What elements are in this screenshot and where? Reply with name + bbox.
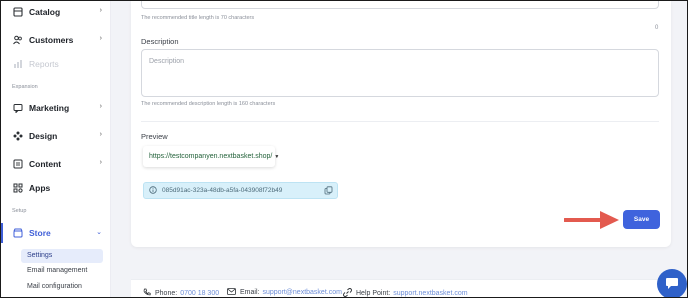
sidebar-item-label: Customers: [29, 35, 74, 45]
phone-icon: [143, 288, 151, 297]
design-icon: [12, 131, 23, 142]
id-chip: 085d91ac-323a-48db-a5fa-043908f72b49: [143, 182, 338, 199]
footer: Phone: 0700 18 300 Email: support@nextba…: [131, 279, 671, 297]
description-placeholder: Description: [149, 58, 185, 65]
annotation-arrow-icon: [564, 211, 619, 229]
sidebar-item-content[interactable]: Content ›: [1, 154, 111, 174]
chevron-right-icon: ›: [99, 35, 102, 42]
sidebar-subitem-email-management[interactable]: Email management: [21, 264, 103, 278]
sidebar-item-marketing[interactable]: Marketing ›: [1, 98, 111, 118]
catalog-icon: [12, 7, 23, 18]
footer-email: Email: support@nextbasket.com: [227, 288, 342, 297]
sidebar-item-reports[interactable]: Reports: [1, 54, 111, 74]
chevron-right-icon: ›: [99, 159, 102, 166]
link-icon: [343, 288, 352, 297]
sidebar-item-label: Content: [29, 159, 62, 169]
sidebar-item-label: Reports: [29, 59, 59, 69]
sidebar-subitem-mail-configuration[interactable]: Mail configuration: [21, 280, 103, 294]
divider: [141, 121, 659, 122]
info-icon: [149, 185, 157, 196]
chat-widget-button[interactable]: [657, 269, 687, 297]
sidebar-item-store[interactable]: Store ⌄: [1, 223, 111, 243]
apps-icon: [12, 183, 23, 194]
chevron-right-icon: ›: [99, 7, 102, 14]
description-hint: The recommended description length is 16…: [141, 101, 276, 107]
phone-link[interactable]: 0700 18 300: [180, 290, 219, 297]
reports-icon: [12, 59, 23, 70]
sidebar-item-label: Design: [29, 131, 58, 141]
chevron-right-icon: ›: [99, 131, 102, 138]
email-link[interactable]: support@nextbasket.com: [262, 289, 341, 296]
preview-url-select[interactable]: https://testcompanyen.nextbasket.shop/ ▼: [143, 146, 279, 167]
content-icon: [12, 159, 23, 170]
app-window: Catalog › Customers › Reports Expansion …: [0, 0, 688, 298]
footer-phone: Phone: 0700 18 300: [143, 288, 219, 297]
sidebar-item-label: Store: [29, 228, 51, 238]
phone-label: Phone:: [155, 289, 178, 297]
title-counter: 0: [655, 25, 659, 31]
sidebar-subitem-settings[interactable]: Settings: [21, 249, 103, 263]
help-link[interactable]: support.nextbasket.com: [393, 290, 467, 297]
description-textarea[interactable]: Description: [141, 49, 659, 97]
chevron-right-icon: ›: [99, 103, 102, 110]
sidebar-item-design[interactable]: Design ›: [1, 126, 111, 146]
save-button[interactable]: Save: [623, 210, 660, 229]
section-label-setup: Setup: [12, 208, 27, 214]
store-icon: [12, 228, 23, 239]
title-hint: The recommended title length is 70 chara…: [141, 15, 255, 21]
title-input[interactable]: [141, 1, 659, 9]
mail-icon: [227, 288, 236, 297]
chat-icon: [665, 277, 679, 292]
sidebar-item-label: Marketing: [29, 103, 70, 113]
sidebar-item-label: Catalog: [29, 7, 61, 17]
marketing-icon: [12, 103, 23, 114]
description-label: Description: [141, 37, 179, 46]
sidebar-item-catalog[interactable]: Catalog ›: [1, 2, 111, 22]
caret-down-icon: ▼: [274, 153, 280, 160]
footer-help-point: Help Point: support.nextbasket.com: [343, 288, 468, 297]
id-value: 085d91ac-323a-48db-a5fa-043908f72b49: [162, 187, 283, 194]
copy-icon[interactable]: [324, 186, 333, 195]
chevron-down-icon: ⌄: [96, 229, 102, 236]
help-label: Help Point:: [356, 290, 391, 297]
section-label-expansion: Expansion: [12, 84, 38, 90]
sidebar-item-customers[interactable]: Customers ›: [1, 30, 111, 50]
sidebar: Catalog › Customers › Reports Expansion …: [1, 1, 111, 297]
customers-icon: [12, 35, 23, 46]
sidebar-item-label: Apps: [29, 183, 51, 193]
preview-label: Preview: [141, 132, 168, 141]
sidebar-item-apps[interactable]: Apps: [1, 178, 111, 198]
email-label: Email:: [240, 289, 260, 296]
preview-url-value: https://testcompanyen.nextbasket.shop/: [149, 153, 273, 160]
